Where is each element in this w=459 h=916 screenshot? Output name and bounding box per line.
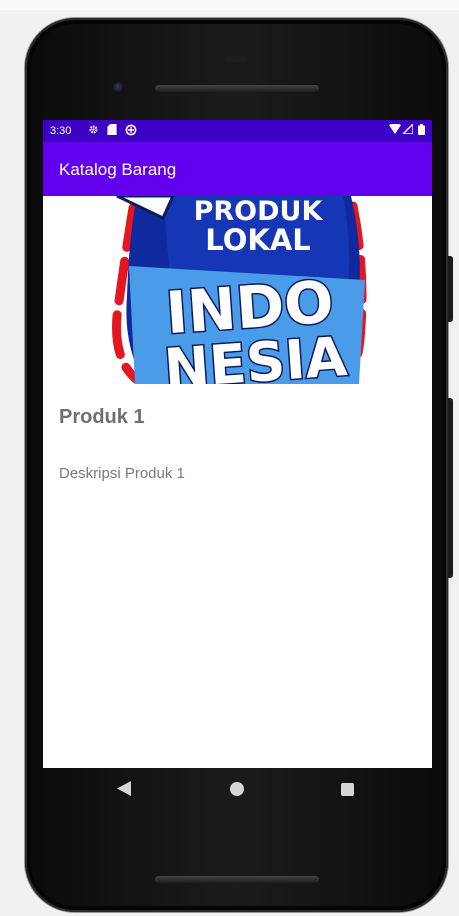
product-image: PRODUK LOKAL INDO NESIA [103, 196, 383, 384]
earpiece-speaker [155, 85, 319, 92]
power-button [448, 256, 453, 322]
image-text-line2: LOKAL [205, 223, 311, 257]
back-icon[interactable] [117, 781, 131, 801]
navigation-bar [43, 768, 432, 810]
status-time: 3:30 [50, 125, 72, 137]
gear-icon [88, 124, 99, 139]
app-bar: Katalog Barang [43, 142, 432, 196]
front-camera-icon [113, 82, 125, 94]
signal-icon [401, 122, 414, 138]
phone-screen: 3:30 Katalog Barang PRODUK LOKAL INDO NE… [43, 120, 432, 768]
recents-icon[interactable] [341, 783, 354, 796]
product-name: Produk 1 [59, 406, 145, 428]
home-icon[interactable] [230, 782, 244, 796]
bottom-speaker [155, 876, 319, 883]
page-background-top [0, 0, 459, 10]
wifi-icon [389, 123, 401, 138]
status-bar: 3:30 [43, 120, 432, 142]
product-description: Deskripsi Produk 1 [59, 465, 185, 482]
sd-card-icon [107, 124, 117, 139]
data-saver-icon [125, 124, 137, 140]
app-title: Katalog Barang [59, 160, 177, 179]
battery-icon [418, 124, 425, 139]
proximity-sensor [224, 56, 248, 62]
volume-button [448, 398, 453, 578]
